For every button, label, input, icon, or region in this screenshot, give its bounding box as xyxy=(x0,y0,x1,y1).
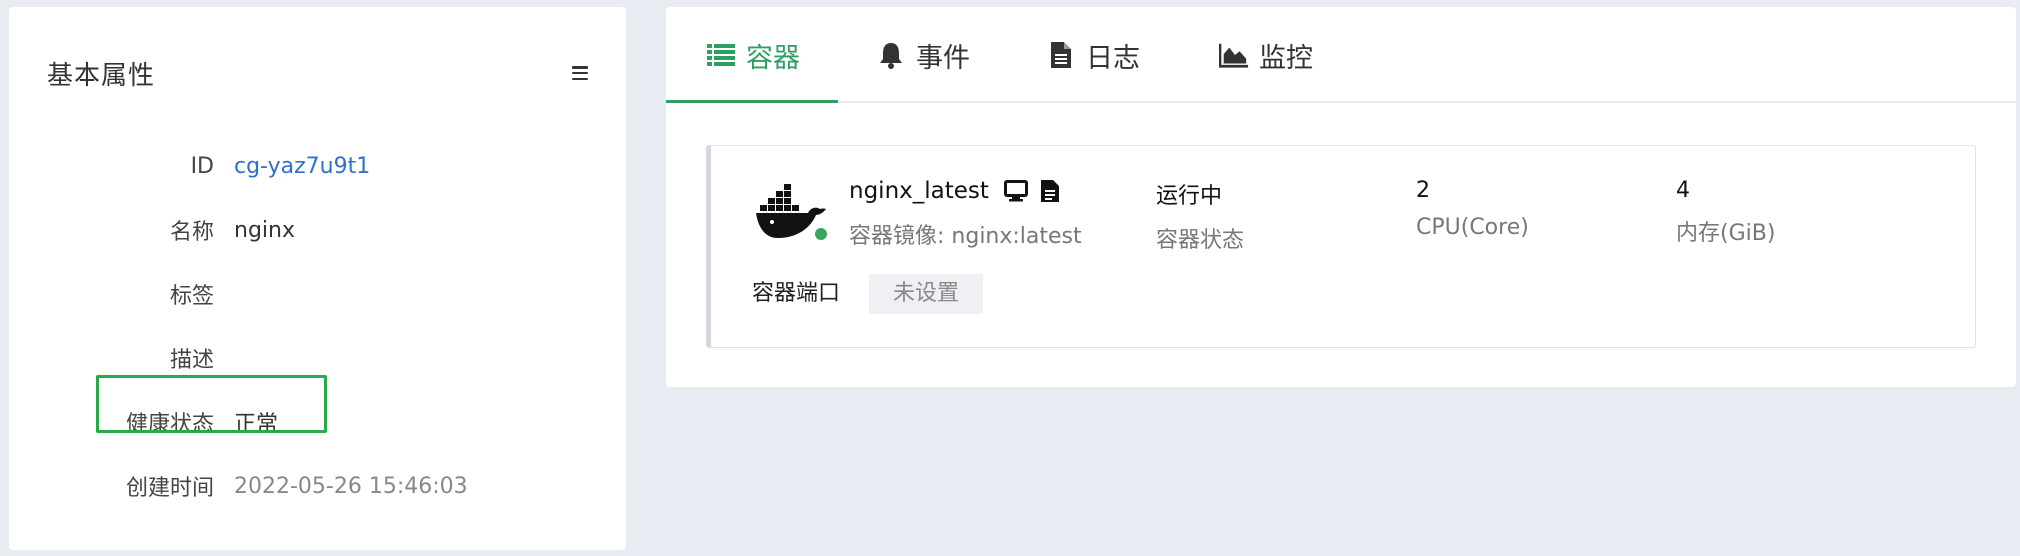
property-label: 创建时间 xyxy=(125,476,214,501)
property-value: nginx xyxy=(234,217,295,243)
tab-containers[interactable]: 容器 xyxy=(706,7,800,103)
status-metric: 运行中 容器状态 xyxy=(1156,178,1244,254)
detail-panel: 容器 事件 日志 监控 nginx_latest 容器镜像: nginx:lat… xyxy=(666,7,2016,387)
memory-label: 内存(GiB) xyxy=(1676,221,1776,246)
monitor-icon[interactable] xyxy=(1003,178,1029,204)
container-port-value: 未设置 xyxy=(869,274,984,314)
property-row-created: 创建时间 2022-05-26 15:46:03 xyxy=(9,466,626,506)
container-status-value: 运行中 xyxy=(1156,184,1223,209)
property-label: 标签 xyxy=(169,284,214,309)
tab-events[interactable]: 事件 xyxy=(876,7,970,103)
basic-info-panel: 基本属性 ID cg-yaz7u9t1 名称 nginx 标签 描述 健康状态 … xyxy=(9,7,626,550)
tab-bar: 容器 事件 日志 监控 xyxy=(666,7,2016,103)
active-tab-indicator xyxy=(666,100,838,103)
container-name: nginx_latest xyxy=(849,178,989,204)
cpu-label: CPU(Core) xyxy=(1416,215,1529,240)
document-icon[interactable] xyxy=(1037,178,1063,204)
property-label: 名称 xyxy=(169,220,214,245)
container-port-label: 容器端口 xyxy=(752,281,841,306)
memory-value: 4 xyxy=(1676,178,1690,203)
running-status-dot xyxy=(813,226,829,242)
container-card: nginx_latest 容器镜像: nginx:latest 运行中 容器状态… xyxy=(706,145,1976,348)
bell-icon xyxy=(876,40,906,70)
tab-logs[interactable]: 日志 xyxy=(1046,7,1140,103)
tab-label: 事件 xyxy=(916,42,970,74)
document-icon xyxy=(1046,40,1076,70)
list-icon xyxy=(706,40,736,70)
health-status-highlight xyxy=(96,375,327,433)
basic-info-title: 基本属性 xyxy=(47,60,156,91)
created-time-value: 2022-05-26 15:46:03 xyxy=(234,473,468,499)
area-chart-icon xyxy=(1219,40,1249,70)
container-status-label: 容器状态 xyxy=(1156,228,1245,253)
docker-icon xyxy=(756,184,829,244)
tab-label: 监控 xyxy=(1259,42,1313,74)
tab-monitoring[interactable]: 监控 xyxy=(1219,7,1313,103)
tab-label: 容器 xyxy=(746,42,800,74)
id-link[interactable]: cg-yaz7u9t1 xyxy=(234,154,370,179)
cpu-value: 2 xyxy=(1416,178,1430,203)
container-name-row: nginx_latest xyxy=(849,178,1063,204)
container-image: 容器镜像: nginx:latest xyxy=(849,224,1082,249)
property-row-id: ID cg-yaz7u9t1 xyxy=(9,146,626,186)
basic-info-header: 基本属性 xyxy=(47,53,590,93)
tab-label: 日志 xyxy=(1086,42,1140,74)
property-label: 描述 xyxy=(169,348,214,373)
hamburger-menu-icon[interactable] xyxy=(570,63,590,83)
property-row-name: 名称 nginx xyxy=(9,210,626,250)
cpu-metric: 2 CPU(Core) xyxy=(1416,178,1529,240)
memory-metric: 4 内存(GiB) xyxy=(1676,178,1775,247)
property-row-description: 描述 xyxy=(9,338,626,378)
property-row-tags: 标签 xyxy=(9,274,626,314)
property-label: ID xyxy=(190,153,214,179)
